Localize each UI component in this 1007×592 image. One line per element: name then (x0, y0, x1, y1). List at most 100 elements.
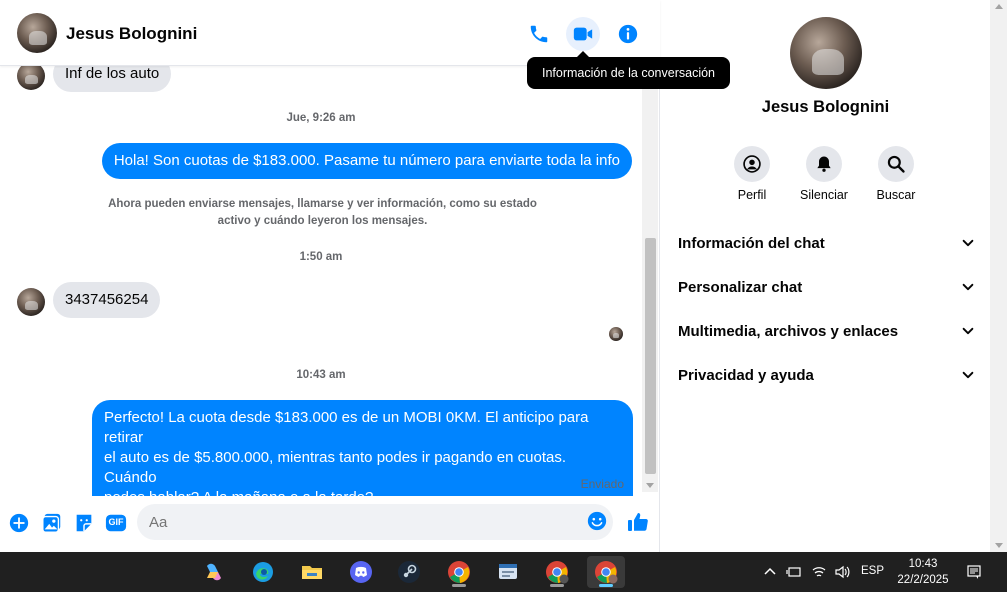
emoji-button[interactable] (586, 510, 610, 534)
message-timestamp: Jue, 9:26 am (286, 112, 356, 124)
plus-circle-icon (9, 513, 29, 533)
call-button[interactable] (522, 17, 556, 51)
discord-icon (350, 561, 372, 583)
more-actions-button[interactable] (7, 511, 31, 535)
panel-contact-name: Jesus Bolognini (761, 98, 890, 116)
scroll-up-arrow[interactable] (995, 4, 1003, 9)
battery-plug-icon[interactable] (786, 564, 802, 580)
mute-action-circle[interactable] (806, 146, 842, 182)
mute-action-label: Silenciar (800, 188, 848, 202)
search-action-circle[interactable] (878, 146, 914, 182)
taskbar-chrome[interactable] (440, 556, 478, 588)
taskbar-news-app[interactable] (489, 556, 527, 588)
message-incoming[interactable]: 3437456254 (53, 282, 161, 318)
system-notice: Ahora pueden enviarse mensajes, llamarse… (100, 196, 545, 230)
file-explorer-icon (302, 566, 322, 579)
section-customize-chat[interactable]: Personalizar chat (678, 267, 975, 307)
steam-icon (398, 561, 420, 583)
wifi-icon[interactable] (811, 564, 827, 580)
section-chat-info[interactable]: Información del chat (678, 223, 975, 263)
running-indicator (452, 584, 466, 587)
chevron-down-icon (962, 239, 974, 247)
scroll-down-arrow[interactable] (995, 543, 1003, 548)
search-action[interactable]: Buscar (860, 146, 932, 202)
message-input[interactable] (137, 504, 613, 540)
message-composer: GIF (0, 498, 660, 552)
taskbar-copilot[interactable] (195, 556, 233, 588)
news-app-icon (499, 564, 517, 579)
seen-indicator-avatar (609, 327, 623, 341)
taskbar-discord[interactable] (342, 556, 380, 588)
taskbar-file-explorer[interactable] (293, 556, 331, 588)
system-notice-line: activo y cuándo leyeron los mensajes. (217, 215, 428, 227)
message-outgoing[interactable]: Perfecto! La cuota desde $183.000 es de … (92, 400, 633, 496)
contact-avatar[interactable] (17, 13, 57, 53)
chevron-down-icon (962, 327, 974, 335)
page-scrollbar[interactable] (990, 0, 1007, 552)
chevron-down-icon (962, 371, 974, 379)
message-outgoing[interactable]: Hola! Son cuotas de $183.000. Pasame tu … (101, 143, 632, 179)
system-clock[interactable]: 10:43 22/2/2025 (892, 556, 954, 588)
chat-window: Jesus Bolognini Información de la conver… (0, 0, 730, 552)
profile-action[interactable]: Perfil (716, 146, 788, 202)
info-icon (618, 24, 638, 44)
attach-image-button[interactable] (40, 511, 64, 535)
profile-action-label: Perfil (737, 188, 767, 202)
system-notice-line: Ahora pueden enviarse mensajes, llamarse… (108, 198, 537, 210)
search-action-label: Buscar (876, 188, 916, 202)
running-indicator (550, 584, 564, 587)
message-line: el auto es de $5.800.000, mientras tanto… (104, 449, 566, 486)
section-label: Información del chat (678, 234, 825, 252)
mute-action[interactable]: Silenciar (788, 146, 860, 202)
active-indicator (599, 584, 613, 587)
phone-icon (530, 25, 548, 43)
video-call-button[interactable] (566, 17, 600, 51)
bell-icon (817, 156, 831, 172)
chevron-up-icon[interactable] (762, 564, 778, 580)
section-label: Privacidad y ayuda (678, 366, 814, 384)
taskbar-edge[interactable] (244, 556, 282, 588)
volume-icon[interactable] (834, 564, 850, 580)
tooltip-conversation-info: Información de la conversación (527, 51, 730, 89)
taskbar-chrome-active[interactable] (587, 556, 625, 588)
copilot-icon (207, 563, 221, 581)
language-indicator[interactable]: ESP (861, 565, 884, 577)
taskbar-chrome-profile-c[interactable] (538, 556, 576, 588)
search-icon (887, 155, 905, 173)
gif-label: GIF (108, 517, 124, 527)
message-line: podes hablar? A la mañana o a la tarde? (104, 488, 621, 496)
image-icon (42, 513, 61, 533)
scrollbar-thumb[interactable] (645, 238, 656, 474)
message-avatar (17, 66, 45, 90)
scroll-down-arrow[interactable] (646, 483, 654, 488)
section-privacy-help[interactable]: Privacidad y ayuda (678, 355, 975, 395)
chrome-icon (448, 561, 470, 584)
emoji-icon (587, 511, 607, 531)
section-media-files-links[interactable]: Multimedia, archivos y enlaces (678, 311, 975, 351)
clock-date: 22/2/2025 (897, 574, 949, 586)
edge-icon (253, 562, 273, 582)
video-camera-icon (573, 27, 593, 41)
gif-button[interactable]: GIF (104, 511, 128, 535)
panel-contact-avatar[interactable] (790, 17, 862, 89)
notifications-icon[interactable] (966, 564, 982, 580)
clock-time: 10:43 (908, 558, 938, 570)
message-incoming[interactable]: Inf de los auto (53, 66, 172, 92)
taskbar-steam[interactable] (390, 556, 428, 588)
thumbs-up-icon (628, 513, 648, 531)
contact-name[interactable]: Jesus Bolognini (66, 24, 197, 44)
windows-taskbar: ESP 10:43 22/2/2025 (0, 552, 1007, 592)
message-timestamp: 10:43 am (296, 369, 346, 381)
sticker-button[interactable] (72, 511, 96, 535)
conversation-info-button[interactable] (611, 17, 645, 51)
message-avatar (17, 288, 45, 316)
message-timestamp: 1:50 am (299, 251, 343, 263)
message-list: Inf de los auto Jue, 9:26 am Hola! Son c… (0, 66, 642, 496)
profile-icon (743, 155, 761, 173)
profile-action-circle[interactable] (734, 146, 770, 182)
section-label: Personalizar chat (678, 278, 803, 296)
chrome-profile-active-icon (595, 561, 618, 584)
like-button[interactable] (626, 510, 650, 534)
message-scrollbar[interactable] (642, 66, 658, 492)
chrome-profile-c-icon (546, 561, 569, 584)
